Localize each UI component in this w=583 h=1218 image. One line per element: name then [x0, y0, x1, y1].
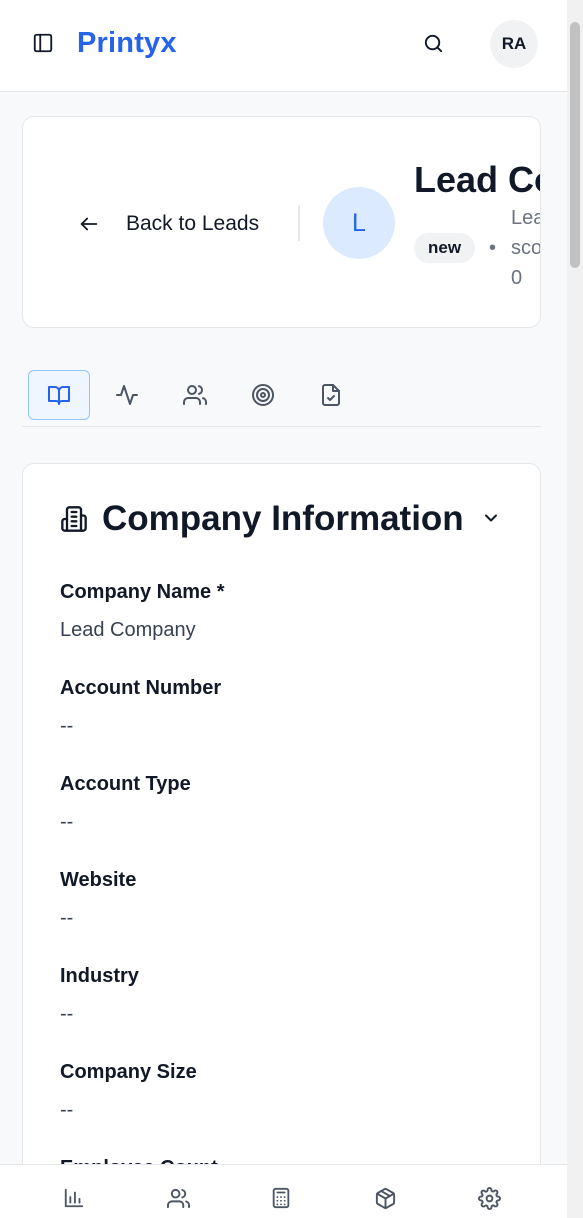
field-value: --: [60, 715, 74, 737]
field-value: Lead Company: [60, 619, 196, 641]
field-value: --: [60, 1099, 74, 1121]
activity-icon: [115, 383, 139, 407]
lead-header-card: Back to Leads L Lead Company new • Lead …: [22, 116, 541, 328]
lead-avatar: L: [323, 187, 395, 259]
page-scrollbar[interactable]: [567, 0, 583, 1218]
field-label: Account Number: [60, 677, 222, 699]
building-icon: [60, 504, 88, 534]
brand-logo[interactable]: Printyx: [77, 27, 177, 60]
field-label: Company Size: [60, 1061, 197, 1083]
top-header: Printyx RA: [0, 0, 567, 92]
section-title: Company Information: [102, 499, 464, 538]
status-badge: new: [414, 233, 476, 263]
search-icon[interactable]: [419, 29, 447, 57]
header-divider: [298, 205, 300, 241]
field-company-size: Company Size --: [60, 1060, 500, 1122]
lead-tabs: [22, 370, 541, 427]
company-info-card: Company Information Company Name * Lead …: [22, 463, 541, 1218]
bottom-nav: [0, 1164, 567, 1218]
user-avatar[interactable]: RA: [490, 20, 538, 68]
field-account-number: Account Number --: [60, 676, 500, 738]
field-label: Industry: [60, 965, 139, 987]
scrollbar-thumb[interactable]: [570, 22, 580, 268]
book-open-icon: [47, 383, 71, 407]
field-label: Account Type: [60, 773, 191, 795]
field-company-name: Company Name * Lead Company: [60, 580, 500, 642]
target-icon: [251, 383, 275, 407]
field-value: --: [60, 811, 74, 833]
bar-chart-icon[interactable]: [61, 1185, 87, 1211]
field-label: Company Name *: [60, 581, 225, 603]
field-label: Website: [60, 869, 137, 891]
file-check-icon: [319, 383, 343, 407]
chevron-down-icon[interactable]: [479, 506, 503, 530]
gear-icon[interactable]: [476, 1185, 502, 1211]
field-value: --: [60, 907, 74, 929]
tab-contacts[interactable]: [164, 370, 226, 420]
panel-left-icon[interactable]: [30, 30, 56, 56]
tab-activity[interactable]: [96, 370, 158, 420]
arrow-left-icon: [78, 213, 100, 235]
field-value: --: [60, 1003, 74, 1025]
separator-dot: •: [489, 237, 497, 259]
users-icon: [183, 383, 207, 407]
tab-opportunities[interactable]: [232, 370, 294, 420]
tab-tasks[interactable]: [300, 370, 362, 420]
users-icon[interactable]: [165, 1185, 191, 1211]
back-to-leads-button[interactable]: Back to Leads: [78, 207, 259, 241]
tab-overview[interactable]: [28, 370, 90, 420]
lead-title: Lead Company: [414, 159, 540, 200]
calculator-icon[interactable]: [268, 1185, 294, 1211]
back-label: Back to Leads: [126, 212, 260, 235]
lead-score: Lead score: 0: [511, 207, 541, 289]
field-account-type: Account Type --: [60, 772, 500, 834]
field-website: Website --: [60, 868, 500, 930]
field-industry: Industry --: [60, 964, 500, 1026]
package-icon[interactable]: [372, 1185, 398, 1211]
